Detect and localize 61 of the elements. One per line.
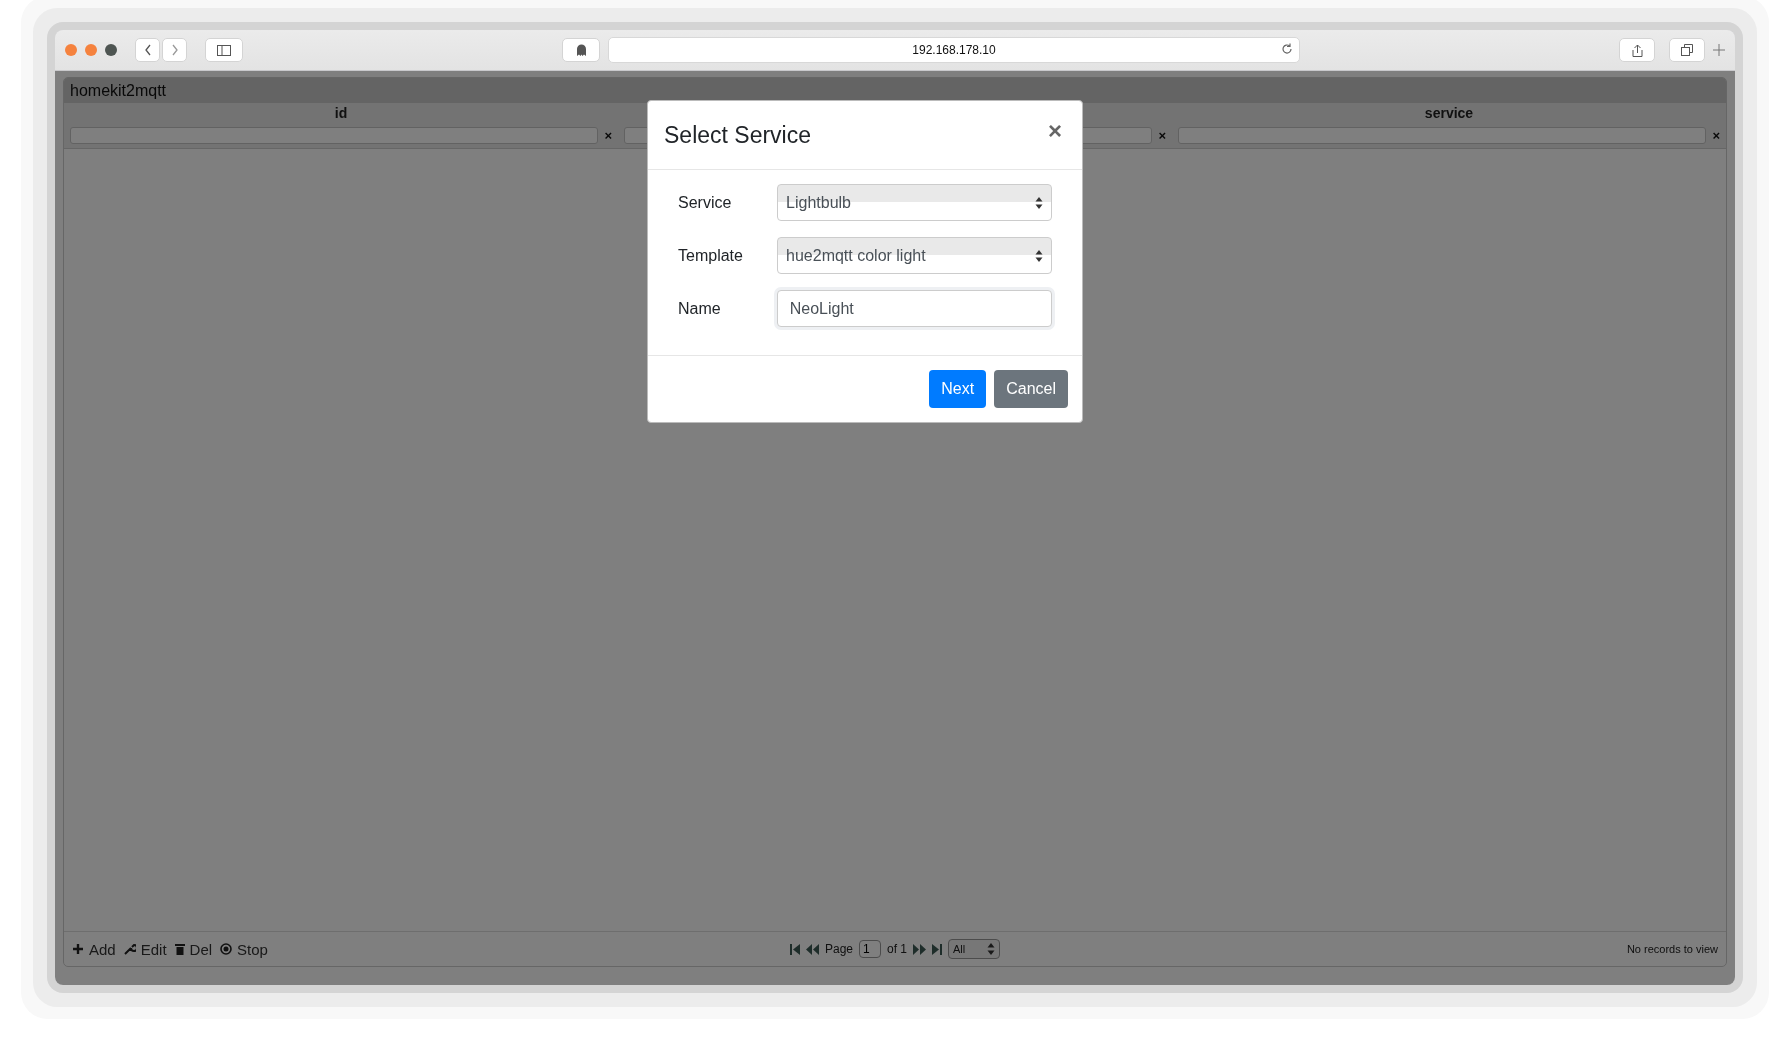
select-field[interactable]: hue2mqtt color light (777, 237, 1052, 274)
previous-page-button[interactable] (805, 943, 819, 955)
rewind-icon (805, 943, 819, 955)
plus-icon[interactable] (1713, 44, 1725, 56)
first-page-icon (789, 943, 800, 955)
column-header[interactable]: id (334, 105, 348, 121)
privacy-button[interactable] (562, 38, 600, 62)
input-field[interactable]: NeoLight (776, 290, 1052, 327)
chevron-left-icon (143, 44, 152, 56)
first-page-button[interactable] (789, 943, 800, 955)
next-page-button[interactable] (913, 943, 926, 955)
minimize-window-icon[interactable] (85, 44, 97, 56)
toolbar-action[interactable]: Add (72, 940, 116, 958)
clear-filter-button[interactable]: × (604, 128, 612, 143)
close-button[interactable]: × (1044, 117, 1066, 145)
updown-arrows-icon (1035, 196, 1043, 209)
updown-arrows-icon (1035, 249, 1043, 262)
forward-button[interactable] (162, 38, 187, 62)
toolbar-action[interactable]: Del (174, 940, 213, 958)
back-button[interactable] (135, 38, 160, 62)
field-label: Service (678, 193, 733, 212)
next-button[interactable]: Next (929, 370, 987, 408)
clear-filter-button[interactable]: × (1158, 128, 1166, 143)
page-label: Page (824, 942, 853, 956)
rows-per-page-select[interactable]: All (948, 939, 1000, 959)
zoom-window-icon[interactable] (105, 44, 117, 56)
sidebar-button[interactable] (205, 38, 243, 62)
page-count: of 1 (887, 942, 907, 956)
updown-arrows-icon (987, 943, 995, 955)
dialog-title: Select Service (664, 121, 811, 149)
fast-forward-icon (913, 943, 926, 955)
trash-icon (174, 943, 185, 955)
records-status: No records to view (1626, 943, 1718, 955)
ghost-icon (575, 44, 587, 56)
page-number-field[interactable]: 1 (859, 940, 881, 958)
address-bar[interactable]: 192.168.178.10 (608, 37, 1300, 63)
last-page-button[interactable] (932, 943, 942, 955)
sidebar-icon (217, 44, 231, 56)
select-field[interactable]: Lightbulb (777, 184, 1052, 221)
clear-filter-button[interactable]: × (1712, 128, 1720, 143)
close-window-icon[interactable] (65, 44, 77, 56)
tabs-icon (1681, 44, 1693, 56)
field-label: Name (678, 299, 722, 318)
stop-icon (220, 943, 233, 955)
toolbar-action[interactable]: Stop (220, 940, 268, 958)
share-icon (1631, 43, 1643, 57)
reload-icon[interactable] (1281, 43, 1293, 55)
url-text: 192.168.178.10 (912, 43, 996, 57)
share-button[interactable] (1619, 38, 1655, 62)
cancel-button[interactable]: Cancel (994, 370, 1068, 408)
toolbar-action[interactable]: Edit (123, 940, 167, 958)
field-label: Template (678, 246, 744, 265)
tabs-button[interactable] (1669, 38, 1705, 62)
chevron-right-icon (170, 44, 179, 56)
column-header[interactable]: service (1424, 105, 1474, 121)
grid-caption: homekit2mqtt (70, 81, 167, 100)
filter-field[interactable] (70, 127, 599, 144)
wrench-icon (123, 943, 136, 955)
last-page-icon (932, 943, 942, 955)
plus-icon (72, 943, 84, 955)
filter-field[interactable] (1178, 127, 1707, 144)
